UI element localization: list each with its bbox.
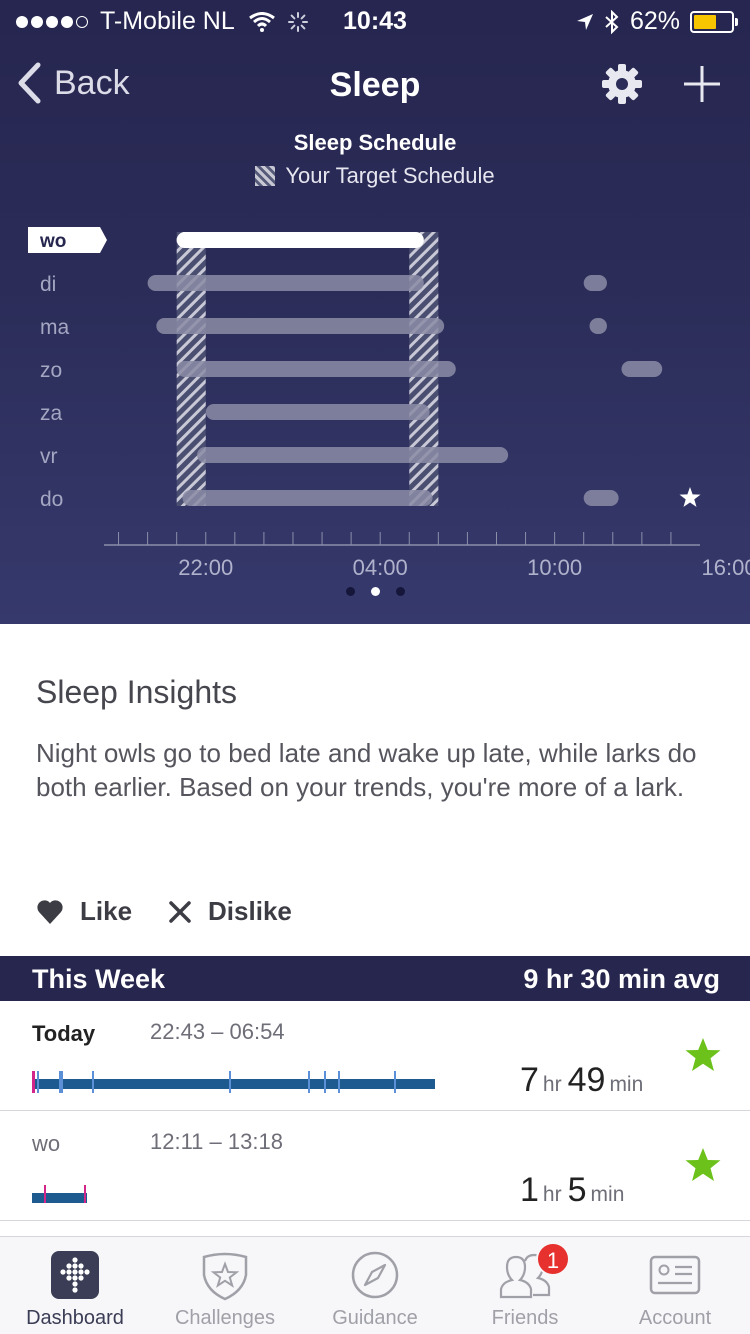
insight-feedback: Like Dislike [36, 896, 292, 927]
x-tick-label: 22:00 [178, 555, 233, 580]
carrier-group: T-Mobile NL [16, 7, 309, 36]
back-label: Back [54, 63, 130, 102]
dislike-label: Dislike [208, 896, 292, 926]
goal-star-icon [679, 487, 701, 507]
challenges-icon [202, 1252, 248, 1301]
tab-challenges[interactable]: Challenges [150, 1237, 300, 1334]
status-right: 62% [576, 7, 738, 36]
tab-label: Challenges [174, 1307, 276, 1329]
tab-guidance[interactable]: Guidance [300, 1237, 450, 1334]
legend-label: Your Target Schedule [285, 163, 495, 188]
duration-minutes: 49 [567, 1061, 606, 1099]
duration-minutes: 5 [567, 1171, 587, 1209]
notification-badge: 1 [536, 1242, 570, 1276]
page-indicator[interactable] [0, 587, 750, 596]
sleep-bar-ma [156, 318, 445, 334]
tab-label: Account [638, 1307, 712, 1329]
insights-title: Sleep Insights [36, 674, 238, 710]
sleep-bar-ma [589, 318, 607, 334]
goal-star-icon [685, 1038, 721, 1071]
status-bar: T-Mobile NL 10:43 62% [0, 0, 750, 40]
page-dot[interactable] [345, 587, 355, 596]
compass-icon [351, 1251, 399, 1299]
sleep-header: T-Mobile NL 10:43 62% Back Sleep Sleep S… [0, 0, 750, 624]
sleep-stage-bar [32, 1185, 87, 1203]
day-label-wo: wo [39, 231, 66, 252]
this-week-header: This Week 9 hr 30 min avg [0, 956, 750, 1001]
sleep-insights-card: Sleep Insights Night owls go to bed late… [0, 624, 750, 956]
battery-icon [690, 10, 738, 33]
log-day: wo [32, 1131, 61, 1156]
bluetooth-icon [605, 9, 619, 34]
day-label-di: di [40, 273, 56, 296]
tab-account[interactable]: Account [600, 1237, 750, 1334]
chevron-left-icon [18, 62, 41, 104]
wifi-icon [248, 11, 275, 32]
sleep-stage-bar [32, 1071, 435, 1093]
target-schedule-swatch [255, 166, 276, 186]
goal-star-icon [685, 1148, 721, 1181]
account-card-icon [649, 1255, 701, 1295]
log-duration: 1 hr 5 min [520, 1171, 630, 1210]
duration-hr-unit: hr [542, 1073, 562, 1096]
page-dot[interactable] [395, 587, 405, 596]
tab-bar: Dashboard Challenges Guidance 1 Friends [0, 1236, 750, 1334]
weekly-average: 9 hr 30 min avg [523, 964, 720, 994]
day-label-do: do [40, 488, 63, 511]
battery-percent: 62% [629, 7, 680, 35]
day-label-za: za [40, 402, 63, 425]
sleep-log-row[interactable]: Today 22:43 – 06:54 7 hr 49 min [0, 1001, 750, 1111]
log-time-range: 12:11 – 13:18 [150, 1129, 283, 1154]
day-label-ma: ma [40, 316, 69, 339]
sleep-bar-do [583, 490, 619, 506]
tab-dashboard[interactable]: Dashboard [0, 1237, 150, 1334]
sleep-bar-di [147, 275, 424, 291]
sleep-bar-wo [176, 232, 424, 248]
sleep-schedule-chart: wo di ma zo za vr do 22:00 04:00 10:00 16:00 [28, 227, 750, 580]
tab-friends[interactable]: 1 Friends [450, 1237, 600, 1334]
day-label-vr: vr [40, 445, 58, 468]
loading-spinner-icon [287, 11, 308, 32]
log-time-range: 22:43 – 06:54 [150, 1019, 285, 1044]
heart-icon [37, 899, 63, 924]
dislike-button[interactable]: Dislike [168, 896, 292, 927]
tab-label: Guidance [332, 1307, 418, 1329]
like-label: Like [80, 896, 133, 926]
nav-bar: Back Sleep [0, 50, 750, 120]
sleep-bar-di [583, 275, 607, 291]
x-tick-label: 10:00 [527, 555, 582, 580]
tab-label: Friends [491, 1307, 559, 1329]
back-button[interactable]: Back [16, 62, 130, 104]
log-duration: 7 hr 49 min [520, 1061, 649, 1100]
like-button[interactable]: Like [36, 896, 132, 927]
log-day: Today [32, 1021, 96, 1046]
duration-hr-unit: hr [542, 1183, 562, 1206]
tab-label: Dashboard [26, 1307, 124, 1329]
add-icon[interactable] [678, 60, 726, 108]
sleep-bar-za [205, 404, 430, 420]
close-icon [169, 900, 191, 923]
insights-text: Night owls go to bed late and wake up la… [36, 738, 697, 802]
sleep-log-row[interactable]: wo 12:11 – 13:18 1 hr 5 min [0, 1111, 750, 1221]
duration-min-unit: min [609, 1073, 644, 1096]
this-week-title: This Week [32, 964, 166, 994]
schedule-title: Sleep Schedule [293, 130, 457, 155]
signal-strength-icon [16, 15, 88, 28]
sleep-bar-do [182, 490, 433, 506]
duration-hours: 7 [520, 1061, 539, 1099]
gear-icon[interactable] [598, 60, 646, 108]
sleep-bar-zo [176, 361, 456, 377]
sleep-bar-zo [621, 361, 663, 377]
duration-min-unit: min [590, 1183, 625, 1206]
x-tick-label: 16:00 [702, 555, 750, 580]
location-arrow-icon [576, 13, 593, 30]
carrier-name: T-Mobile NL [100, 7, 235, 35]
x-tick-label: 04:00 [353, 555, 408, 580]
page-dot-active[interactable] [370, 587, 380, 596]
day-label-zo: zo [40, 359, 62, 382]
dashboard-icon [51, 1251, 99, 1299]
sleep-bar-vr [197, 447, 509, 463]
chart-legend: Your Target Schedule [0, 163, 750, 189]
duration-hours: 1 [520, 1171, 539, 1209]
